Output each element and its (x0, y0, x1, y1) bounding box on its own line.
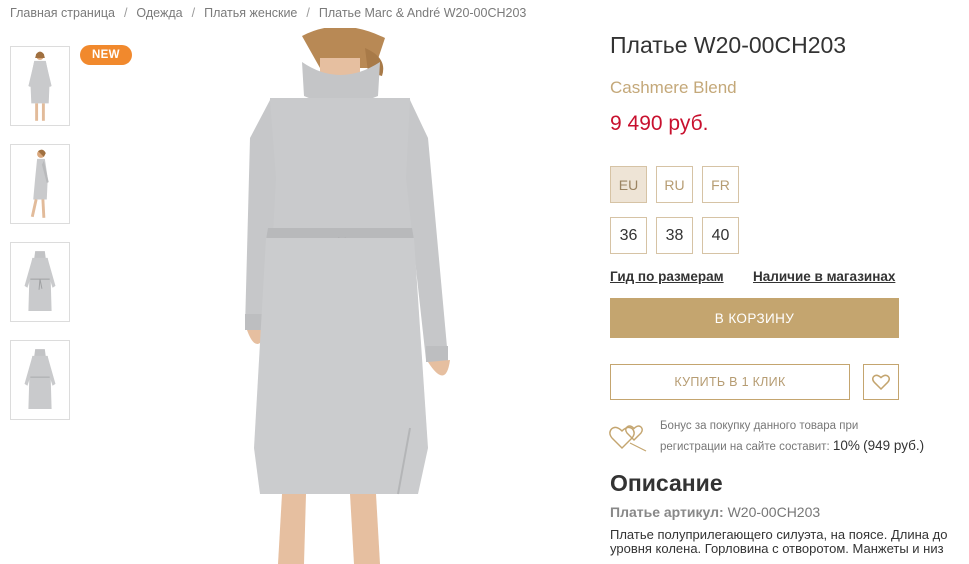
breadcrumb: Главная страница / Одежда / Платья женские / П… (10, 6, 526, 20)
article-label: Платье артикул: (610, 504, 724, 520)
bonus-text-line1: Бонус за покупку данного товара при (660, 420, 859, 432)
dress-flat-front-thumbnail-icon (24, 251, 56, 311)
size-system-ru[interactable]: RU (656, 166, 693, 203)
breadcrumb-clothing[interactable]: Одежда (136, 6, 182, 20)
thumbnail-flat-front[interactable] (10, 242, 70, 322)
breadcrumb-separator: / (191, 6, 196, 20)
size-system-eu[interactable]: EU (610, 166, 647, 203)
size-system-selector: EU RU FR (610, 166, 739, 203)
size-guide-link[interactable]: Гид по размерам (610, 269, 724, 284)
buy-one-click-button[interactable]: КУПИТЬ В 1 КЛИК (610, 364, 850, 400)
bonus-amount: (949 руб.) (863, 438, 925, 453)
bonus-percent: 10% (832, 438, 860, 453)
dress-front-model-thumbnail-icon (28, 51, 52, 121)
breadcrumb-current: Платье Marc & André W20-00CH203 (318, 6, 527, 20)
size-option[interactable]: 36 (610, 217, 647, 254)
heart-icon (872, 374, 890, 390)
dress-model-photo-icon (245, 28, 450, 564)
product-title: Платье W20-00CH203 (610, 32, 847, 58)
breadcrumb-womens-dresses[interactable]: Платья женские (204, 6, 297, 20)
new-badge: NEW (80, 45, 132, 65)
breadcrumb-separator: / (123, 6, 128, 20)
add-to-cart-button[interactable]: В КОРЗИНУ (610, 298, 899, 338)
size-option[interactable]: 38 (656, 217, 693, 254)
product-collection: Cashmere Blend (610, 78, 737, 97)
product-main-image[interactable] (210, 28, 500, 564)
wishlist-button[interactable] (863, 364, 899, 400)
product-price: 9 490 руб. (610, 112, 709, 135)
breadcrumb-separator: / (306, 6, 310, 20)
bonus-text-line2: регистрации на сайте составит: (660, 441, 830, 453)
store-availability-link[interactable]: Наличие в магазинах (753, 269, 895, 284)
size-selector: 36 38 40 (610, 217, 739, 254)
breadcrumb-home[interactable]: Главная страница (10, 6, 115, 20)
thumbnail-front-model[interactable] (10, 46, 70, 126)
article-value: W20-00CH203 (727, 504, 821, 520)
dress-side-model-thumbnail-icon (30, 149, 49, 218)
size-system-fr[interactable]: FR (702, 166, 739, 203)
size-option[interactable]: 40 (702, 217, 739, 254)
bonus-info: Бонус за покупку данного товара при реги… (660, 416, 965, 457)
bonus-hearts-icon (609, 425, 647, 452)
thumbnail-side-model[interactable] (10, 144, 70, 224)
description-text: Платье полуприлегающего силуэта, на пояс… (610, 528, 948, 556)
thumbnail-gallery (10, 46, 70, 438)
description-heading: Описание (610, 470, 723, 496)
thumbnail-flat-back[interactable] (10, 340, 70, 420)
product-article: Платье артикул: W20-00CH203 (610, 504, 820, 520)
dress-flat-back-thumbnail-icon (24, 349, 56, 409)
